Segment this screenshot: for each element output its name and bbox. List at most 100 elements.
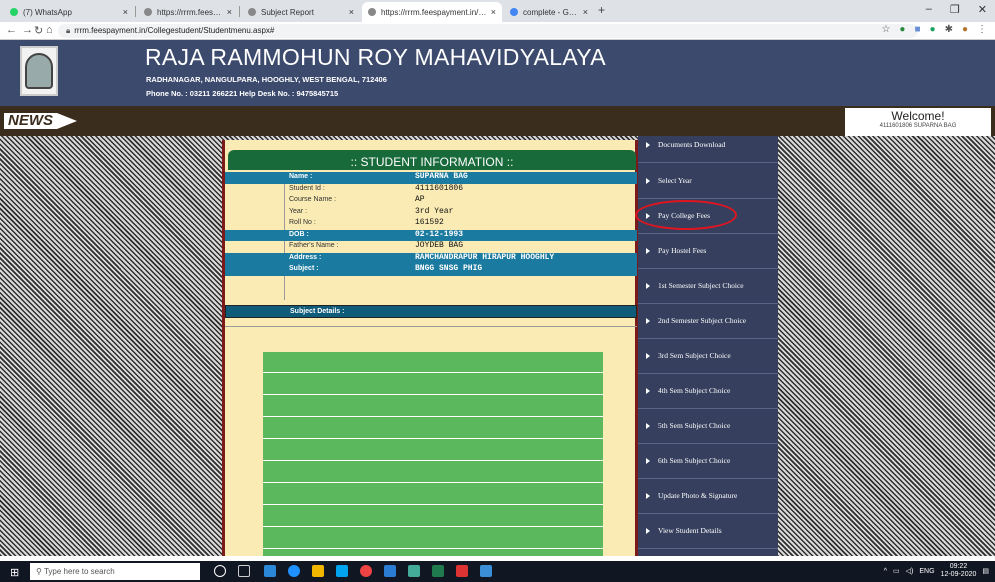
star-icon[interactable]: ☆ bbox=[881, 24, 890, 35]
close-icon[interactable]: × bbox=[227, 7, 232, 17]
welcome-box: Welcome! 4111601806 SUPARNA BAG bbox=[845, 108, 991, 138]
arrow-right-icon bbox=[646, 352, 650, 359]
menu-5th-sem-subject-choice[interactable]: 5th Sem Subject Choice bbox=[638, 408, 778, 444]
arrow-right-icon bbox=[646, 457, 650, 464]
windows-start-icon[interactable]: ⊞ bbox=[10, 566, 19, 579]
extensions: ☆ ● ■ ● ✱ ● ⋮ bbox=[881, 24, 987, 35]
home-icon[interactable]: ⌂ bbox=[46, 24, 53, 36]
college-phone: Phone No. : 03211 266221 Help Desk No. :… bbox=[146, 89, 339, 98]
address-toolbar: ← → ↻ ⌂ 🔒︎ rrrm.feespayment.in/Collegestu… bbox=[0, 22, 995, 40]
network-icon[interactable]: ▭ bbox=[893, 567, 900, 575]
photos-icon[interactable] bbox=[480, 565, 492, 577]
highlight-circle bbox=[635, 200, 737, 230]
info-row-student-id: Student Id :4111601806 bbox=[289, 183, 464, 193]
menu-1st-semester-subject-choice[interactable]: 1st Semester Subject Choice bbox=[638, 268, 778, 304]
arrow-right-icon bbox=[646, 282, 650, 289]
site-header: RAJA RAMMOHUN ROY MAHAVIDYALAYA RADHANAG… bbox=[0, 40, 995, 106]
extension-icon[interactable]: ● bbox=[899, 24, 905, 35]
close-icon[interactable]: × bbox=[583, 7, 588, 17]
back-icon[interactable]: ← bbox=[6, 24, 17, 36]
browser-tab-bar: (7) WhatsApp × https://rrrm.feespayment.… bbox=[0, 0, 995, 22]
system-tray: ^ ▭ ◁) ENG 09:22 12-09-2020 ▤ bbox=[884, 563, 989, 579]
menu-2nd-semester-subject-choice[interactable]: 2nd Semester Subject Choice bbox=[638, 303, 778, 339]
clock[interactable]: 09:22 12-09-2020 bbox=[941, 563, 977, 579]
new-tab-button[interactable]: + bbox=[598, 3, 605, 17]
excel-icon[interactable] bbox=[432, 565, 444, 577]
info-row-course: Course Name : AP bbox=[289, 195, 425, 204]
google-icon bbox=[510, 8, 518, 16]
divider bbox=[225, 326, 637, 327]
file-explorer-icon[interactable] bbox=[312, 565, 324, 577]
subject-details-row: Subject Details : bbox=[225, 305, 637, 318]
maximize-icon[interactable]: ❐ bbox=[950, 3, 960, 16]
tab-feespayment-1[interactable]: https://rrrm.feespayment.in/Colle × bbox=[138, 2, 238, 22]
window-controls: – ❐ ✕ bbox=[926, 3, 987, 16]
arrow-icon bbox=[57, 113, 77, 129]
close-window-icon[interactable]: ✕ bbox=[978, 3, 987, 16]
info-row-father: Father's Name : JOYDEB BAG bbox=[289, 241, 464, 250]
reload-icon[interactable]: ↻ bbox=[34, 24, 43, 37]
menu-documents-download[interactable]: Documents Download bbox=[638, 127, 778, 163]
student-info-panel: :: STUDENT INFORMATION :: Name : SUPARNA … bbox=[222, 140, 638, 556]
extension-icon[interactable]: ■ bbox=[914, 24, 920, 35]
arrow-right-icon bbox=[646, 492, 650, 499]
arrow-right-icon bbox=[646, 527, 650, 534]
minimize-icon[interactable]: – bbox=[926, 3, 932, 16]
notifications-icon[interactable]: ▤ bbox=[982, 567, 989, 575]
tab-whatsapp[interactable]: (7) WhatsApp × bbox=[4, 2, 134, 22]
arrow-right-icon bbox=[646, 317, 650, 324]
news-banner: NEWS bbox=[4, 112, 86, 130]
chrome-icon[interactable] bbox=[360, 565, 372, 577]
menu-6th-sem-subject-choice[interactable]: 6th Sem Subject Choice bbox=[638, 443, 778, 479]
tab-google-search[interactable]: complete - Google Search × bbox=[504, 2, 594, 22]
language-indicator[interactable]: ENG bbox=[919, 568, 934, 575]
edge-icon[interactable] bbox=[288, 565, 300, 577]
arrow-right-icon bbox=[646, 422, 650, 429]
side-menu: Documents Download Select Year Pay Colle… bbox=[638, 136, 778, 556]
close-icon[interactable]: × bbox=[491, 7, 496, 17]
app-icon[interactable] bbox=[264, 565, 276, 577]
menu-kebab-icon[interactable]: ⋮ bbox=[977, 24, 987, 35]
arrow-right-icon bbox=[646, 177, 650, 184]
tab-feespayment-active[interactable]: https://rrrm.feespayment.in/Colle × bbox=[362, 2, 502, 22]
info-row-year: Year :3rd Year bbox=[289, 206, 454, 216]
app-icon[interactable] bbox=[408, 565, 420, 577]
taskbar-search-input[interactable]: ⚲ Type here to search bbox=[30, 563, 200, 580]
profile-avatar[interactable]: ● bbox=[962, 24, 968, 35]
chevron-up-icon[interactable]: ^ bbox=[884, 568, 887, 575]
close-icon[interactable]: × bbox=[123, 7, 128, 17]
student-info-heading: :: STUDENT INFORMATION :: bbox=[228, 150, 636, 170]
cortana-icon[interactable] bbox=[214, 565, 226, 577]
info-row-name: Name : SUPARNA BAG bbox=[225, 172, 637, 184]
info-row-subject: Subject : BNGG SNSG PHIG bbox=[225, 264, 637, 276]
info-row-dob: DOB :02-12-1993 bbox=[225, 229, 637, 241]
tab-subject-report[interactable]: Subject Report × bbox=[242, 2, 360, 22]
arrow-right-icon bbox=[646, 387, 650, 394]
arrow-right-icon bbox=[646, 247, 650, 254]
windows-taskbar: ⊞ ⚲ Type here to search ^ ▭ ◁) ENG 09:22… bbox=[0, 561, 995, 582]
menu-update-photo-signature[interactable]: Update Photo & Signature bbox=[638, 478, 778, 514]
search-icon: ⚲ bbox=[36, 567, 44, 576]
store-icon[interactable] bbox=[336, 565, 348, 577]
menu-pay-hostel-fees[interactable]: Pay Hostel Fees bbox=[638, 233, 778, 269]
menu-4th-sem-subject-choice[interactable]: 4th Sem Subject Choice bbox=[638, 373, 778, 409]
college-logo bbox=[20, 46, 58, 96]
volume-icon[interactable]: ◁) bbox=[906, 567, 914, 575]
menu-view-student-details[interactable]: View Student Details bbox=[638, 513, 778, 549]
url-bar[interactable]: 🔒︎ rrrm.feespayment.in/Collegestudent/Stu… bbox=[58, 24, 918, 38]
college-name: RAJA RAMMOHUN ROY MAHAVIDYALAYA bbox=[145, 44, 606, 70]
close-icon[interactable]: × bbox=[349, 7, 354, 17]
extension-icon[interactable]: ● bbox=[930, 24, 936, 35]
task-view-icon[interactable] bbox=[238, 565, 250, 577]
forward-icon[interactable]: → bbox=[22, 24, 33, 36]
globe-icon bbox=[144, 8, 152, 16]
menu-3rd-sem-subject-choice[interactable]: 3rd Sem Subject Choice bbox=[638, 338, 778, 374]
info-row-roll: Roll No :161592 bbox=[289, 218, 444, 227]
puzzle-icon[interactable]: ✱ bbox=[945, 24, 953, 35]
arrow-right-icon bbox=[646, 141, 650, 148]
word-icon[interactable] bbox=[384, 565, 396, 577]
whatsapp-icon bbox=[10, 8, 18, 16]
lock-icon: 🔒︎ bbox=[66, 26, 71, 35]
acrobat-icon[interactable] bbox=[456, 565, 468, 577]
menu-select-year[interactable]: Select Year bbox=[638, 163, 778, 199]
